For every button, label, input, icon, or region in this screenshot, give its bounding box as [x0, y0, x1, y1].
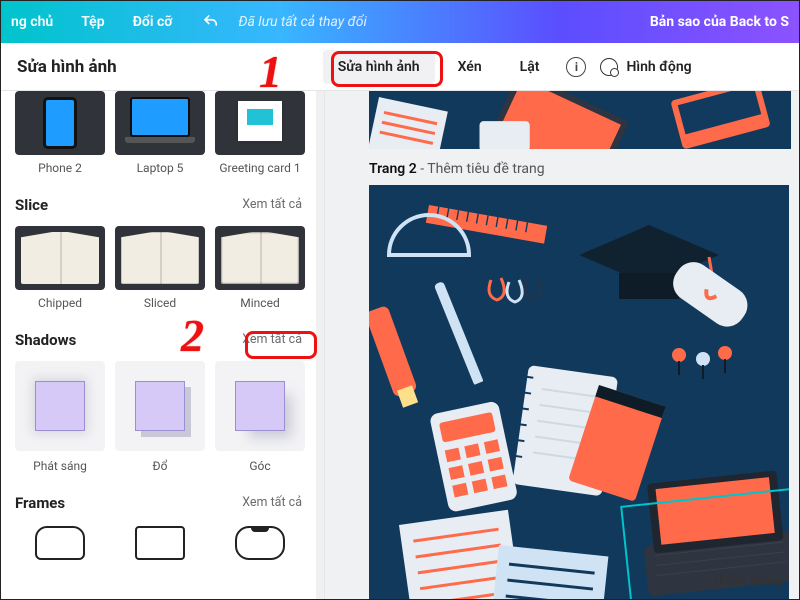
info-icon[interactable]: i — [566, 57, 586, 77]
shadow-corner[interactable]: Góc — [215, 361, 305, 473]
shadows-see-all[interactable]: Xem tất cả — [234, 328, 310, 351]
add-page-button[interactable]: + Thêm trang — [700, 573, 783, 589]
frame-rounded[interactable] — [15, 524, 105, 560]
frames-section-header: Frames Xem tất cả — [15, 491, 310, 514]
mockup-phone2[interactable]: Phone 2 — [15, 91, 105, 175]
slice-row: Chipped Sliced Minced — [15, 226, 310, 310]
context-toolbar: Sửa hình ảnh Sửa hình ảnh Xén Lật i Hình… — [1, 43, 799, 91]
nav-home[interactable]: ng chủ — [11, 14, 53, 30]
frames-row — [15, 524, 310, 560]
mockup-greetingcard1[interactable]: Greeting card 1 — [215, 91, 305, 175]
shadow-drop-label: Đổ — [115, 459, 205, 473]
panel-title: Sửa hình ảnh — [11, 57, 117, 77]
shadows-title: Shadows — [15, 331, 76, 349]
saved-status: Đã lưu tất cả thay đổi — [238, 14, 366, 30]
mockup-laptop5[interactable]: Laptop 5 — [115, 91, 205, 175]
edit-image-button[interactable]: Sửa hình ảnh — [323, 50, 435, 84]
page2-title-hint: - Thêm tiêu đề trang — [417, 161, 545, 177]
canvas-area[interactable]: Trang 2 - Thêm tiêu đề trang — [325, 91, 799, 599]
slice-minced-thumb — [215, 226, 305, 290]
page1-strip[interactable] — [369, 91, 791, 149]
slice-chipped-label: Chipped — [15, 296, 105, 310]
undo-icon[interactable] — [200, 11, 222, 33]
nav-resize[interactable]: Đổi cỡ — [133, 14, 173, 30]
mockup-laptop5-label: Laptop 5 — [115, 161, 205, 175]
shadow-drop[interactable]: Đổ — [115, 361, 205, 473]
page2-canvas[interactable] — [369, 185, 789, 599]
mockup-greetingcard1-thumb — [215, 91, 305, 155]
page2-label[interactable]: Trang 2 - Thêm tiêu đề trang — [369, 161, 545, 177]
crop-button[interactable]: Xén — [443, 50, 497, 84]
slice-sliced[interactable]: Sliced — [115, 226, 205, 310]
animate-label: Hình động — [626, 59, 691, 75]
top-header: ng chủ Tệp Đổi cỡ Đã lưu tất cả thay đổi… — [1, 1, 799, 43]
animate-icon — [600, 58, 618, 76]
shadow-corner-label: Góc — [215, 459, 305, 473]
effects-side-panel: Phone 2 Laptop 5 Greeting card 1 Slice X… — [1, 91, 325, 599]
slice-chipped-thumb — [15, 226, 105, 290]
frames-see-all[interactable]: Xem tất cả — [234, 491, 310, 514]
slice-minced[interactable]: Minced — [215, 226, 305, 310]
shadow-glow[interactable]: Phát sáng — [15, 361, 105, 473]
document-title[interactable]: Bản sao của Back to S — [650, 14, 789, 30]
shadows-section-header: Shadows Xem tất cả — [15, 328, 310, 351]
slice-section-header: Slice Xem tất cả — [15, 193, 310, 216]
mockup-laptop5-thumb — [115, 91, 205, 155]
mockup-phone2-label: Phone 2 — [15, 161, 105, 175]
slice-chipped[interactable]: Chipped — [15, 226, 105, 310]
slice-sliced-label: Sliced — [115, 296, 205, 310]
mockup-phone2-thumb — [15, 91, 105, 155]
shadows-row: Phát sáng Đổ Góc — [15, 361, 310, 473]
flip-button[interactable]: Lật — [505, 50, 555, 84]
slice-sliced-thumb — [115, 226, 205, 290]
frames-title: Frames — [15, 494, 65, 512]
nav-file[interactable]: Tệp — [81, 14, 104, 30]
animate-button[interactable]: Hình động — [600, 58, 691, 76]
mockup-greetingcard1-label: Greeting card 1 — [215, 161, 305, 175]
page2-number: Trang 2 — [369, 161, 417, 177]
panel-scrollbar-thumb[interactable] — [317, 241, 323, 331]
slice-see-all[interactable]: Xem tất cả — [234, 193, 310, 216]
slice-title: Slice — [15, 196, 48, 214]
shadow-glow-label: Phát sáng — [15, 459, 105, 473]
frame-square[interactable] — [115, 524, 205, 560]
slice-minced-label: Minced — [215, 296, 305, 310]
frame-notch[interactable] — [215, 524, 305, 560]
mockups-row: Phone 2 Laptop 5 Greeting card 1 — [15, 91, 310, 175]
